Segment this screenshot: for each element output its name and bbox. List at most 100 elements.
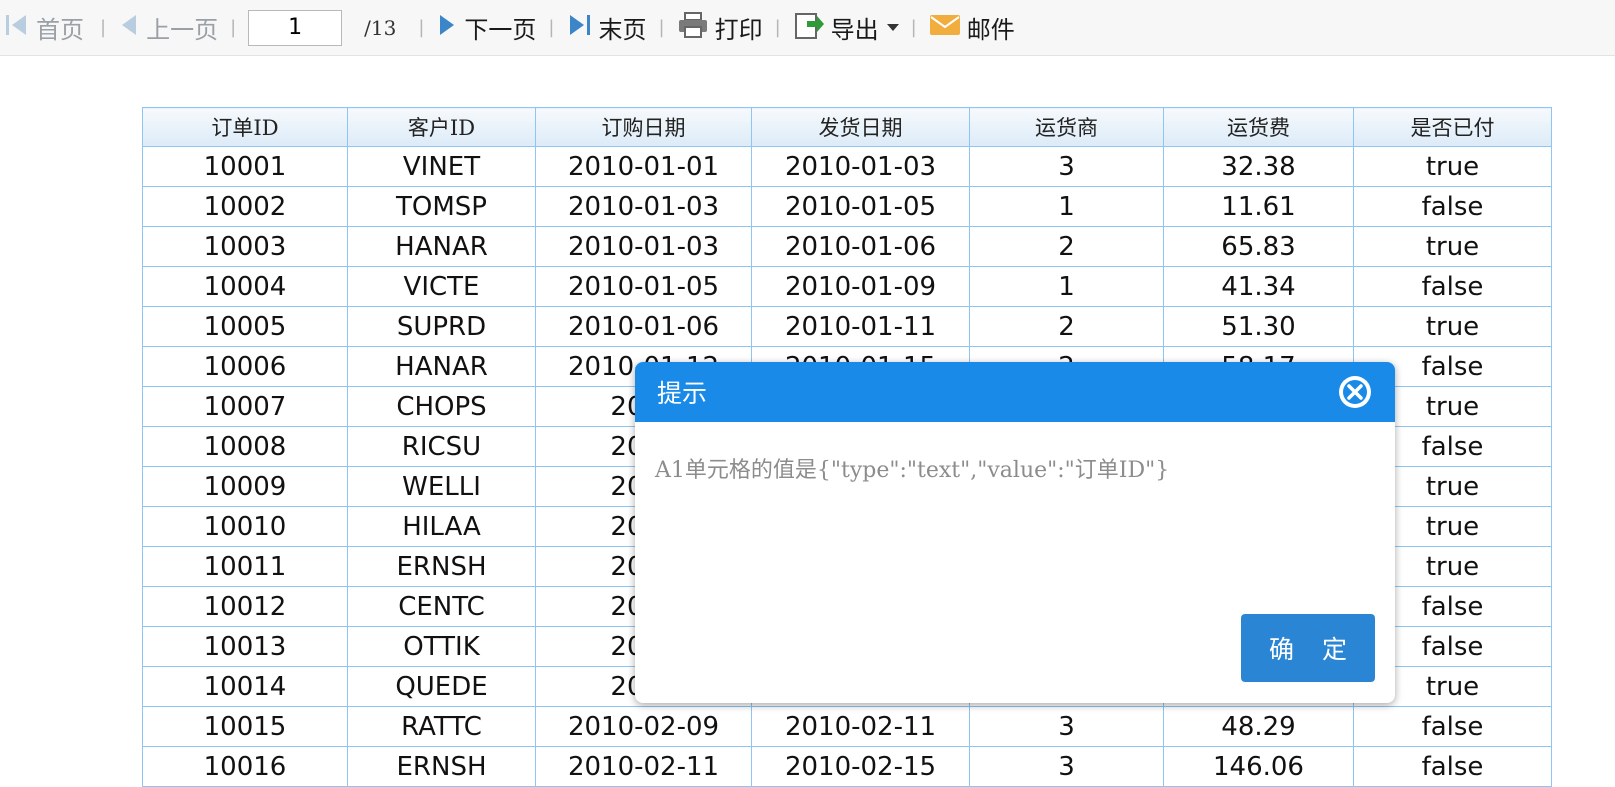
table-cell[interactable]: 10014 [142,666,348,707]
table-cell[interactable]: 10016 [142,746,348,787]
column-header[interactable]: 是否已付 [1353,107,1552,147]
table-cell[interactable]: 10001 [142,146,348,187]
last-page-button[interactable]: 末页 [567,10,647,45]
table-cell[interactable]: 2010-01-09 [751,266,970,307]
table-cell[interactable]: VICTE [347,266,536,307]
table-cell[interactable]: 3 [969,146,1164,187]
table-cell[interactable]: 10006 [142,346,348,387]
table-cell[interactable]: true [1353,146,1552,187]
export-button[interactable]: 导出 [793,10,899,46]
print-icon [677,11,709,45]
table-cell[interactable]: HANAR [347,226,536,267]
table-cell[interactable]: 2010-01-05 [535,266,752,307]
table-cell[interactable]: 1 [969,186,1164,227]
toolbar-separator: | [230,17,237,38]
mail-button[interactable]: 邮件 [929,10,1015,45]
table-cell[interactable]: 2010-02-11 [535,746,752,787]
next-page-icon [436,12,458,44]
table-cell[interactable]: 2010-01-03 [751,146,970,187]
toolbar-separator: | [100,17,107,38]
table-cell[interactable]: false [1353,186,1552,227]
table-cell[interactable]: 2010-01-06 [751,226,970,267]
table-cell[interactable]: false [1353,746,1552,787]
table-cell[interactable]: 2 [969,306,1164,347]
table-cell[interactable]: 2010-01-03 [535,226,752,267]
mail-label: 邮件 [966,16,1015,44]
table-cell[interactable]: 65.83 [1163,226,1354,267]
table-cell[interactable]: 146.06 [1163,746,1354,787]
print-label: 打印 [714,16,763,44]
table-cell[interactable]: 10011 [142,546,348,587]
toolbar-separator: | [548,17,555,38]
table-cell[interactable]: 2010-01-05 [751,186,970,227]
table-cell[interactable]: 2010-01-03 [535,186,752,227]
column-header[interactable]: 发货日期 [751,107,970,147]
table-cell[interactable]: ERNSH [347,746,536,787]
table-cell[interactable]: CENTC [347,586,536,627]
table-cell[interactable]: 3 [969,746,1164,787]
first-page-button[interactable]: 首页 [4,10,84,45]
table-cell[interactable]: true [1353,226,1552,267]
toolbar-separator: | [418,17,425,38]
table-cell[interactable]: SUPRD [347,306,536,347]
column-header[interactable]: 运货费 [1163,107,1354,147]
table-cell[interactable]: HILAA [347,506,536,547]
table-cell[interactable]: 10013 [142,626,348,667]
table-cell[interactable]: 3 [969,706,1164,747]
table-cell[interactable]: 41.34 [1163,266,1354,307]
table-cell[interactable]: false [1353,706,1552,747]
toolbar-separator: | [774,17,781,38]
table-cell[interactable]: ERNSH [347,546,536,587]
alert-dialog: 提示 A1单元格的值是{"type":"text","value":"订单ID"… [635,362,1395,703]
table-cell[interactable]: 10008 [142,426,348,467]
prev-page-icon [118,12,140,44]
table-row: 10015 RATTC 2010-02-09 2010-02-11 3 48.29 fals… [142,706,1552,747]
table-cell[interactable]: RICSU [347,426,536,467]
column-header[interactable]: 客户ID [347,107,536,147]
close-icon[interactable] [1337,374,1373,410]
column-header[interactable]: 订购日期 [535,107,752,147]
table-cell[interactable]: VINET [347,146,536,187]
total-pages-text: /13 [364,15,397,40]
table-cell[interactable]: HANAR [347,346,536,387]
column-header[interactable]: 运货商 [969,107,1164,147]
table-cell[interactable]: 10003 [142,226,348,267]
table-cell[interactable]: 11.61 [1163,186,1354,227]
table-cell[interactable]: CHOPS [347,386,536,427]
table-cell[interactable]: true [1353,306,1552,347]
print-button[interactable]: 打印 [677,10,763,45]
table-cell[interactable]: 10012 [142,586,348,627]
table-cell[interactable]: 2010-01-01 [535,146,752,187]
table-cell[interactable]: TOMSP [347,186,536,227]
column-header[interactable]: 订单ID [142,107,348,147]
table-cell[interactable]: WELLI [347,466,536,507]
table-row: 10001 VINET 2010-01-01 2010-01-03 3 32.38 true [142,146,1552,187]
ok-button[interactable]: 确 定 [1241,614,1375,682]
table-cell[interactable]: 10010 [142,506,348,547]
table-cell[interactable]: false [1353,266,1552,307]
table-cell[interactable]: 51.30 [1163,306,1354,347]
table-cell[interactable]: OTTIK [347,626,536,667]
table-cell[interactable]: 10009 [142,466,348,507]
table-cell[interactable]: 2010-01-06 [535,306,752,347]
prev-page-button[interactable]: 上一页 [118,10,218,45]
table-cell[interactable]: 10004 [142,266,348,307]
table-cell[interactable]: 2010-02-11 [751,706,970,747]
table-cell[interactable]: 2 [969,226,1164,267]
table-cell[interactable]: 10007 [142,386,348,427]
table-cell[interactable]: RATTC [347,706,536,747]
table-cell[interactable]: 10005 [142,306,348,347]
page-number-input[interactable] [248,9,343,46]
table-cell[interactable]: 2010-02-15 [751,746,970,787]
table-cell[interactable]: QUEDE [347,666,536,707]
table-cell[interactable]: 48.29 [1163,706,1354,747]
table-cell[interactable]: 2010-02-09 [535,706,752,747]
next-page-button[interactable]: 下一页 [436,10,536,45]
table-row: 10016 ERNSH 2010-02-11 2010-02-15 3 146.06 fal… [142,746,1552,787]
table-row: 10005 SUPRD 2010-01-06 2010-01-11 2 51.30 true [142,306,1552,347]
table-cell[interactable]: 10015 [142,706,348,747]
table-cell[interactable]: 10002 [142,186,348,227]
table-cell[interactable]: 2010-01-11 [751,306,970,347]
table-cell[interactable]: 1 [969,266,1164,307]
table-cell[interactable]: 32.38 [1163,146,1354,187]
